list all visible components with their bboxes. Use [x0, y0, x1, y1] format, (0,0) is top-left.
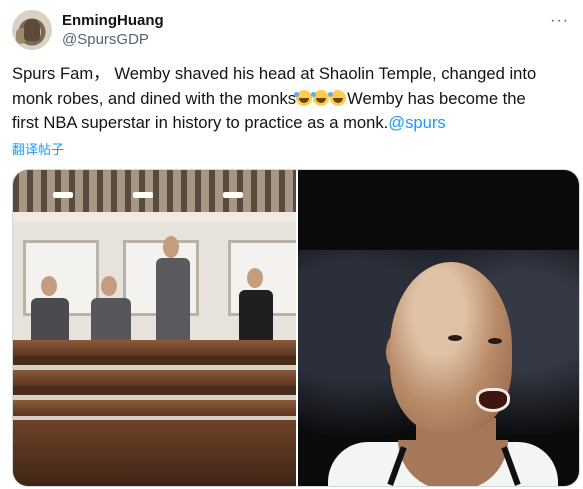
tweet-text-line-2-start: monk robes, and dined with the monks [12, 88, 297, 108]
rolling-laughing-emoji-icon [311, 89, 330, 106]
rolling-laughing-emoji-icon [294, 89, 313, 106]
tweet-text-line-3-body: first NBA superstar in history to practi… [12, 113, 389, 132]
photo-dining-hall[interactable] [13, 170, 296, 486]
user-handle[interactable]: @SpursGDP [62, 31, 149, 48]
translate-post-link[interactable]: 翻译帖子 [12, 139, 64, 158]
avatar[interactable] [12, 10, 52, 50]
tweet-text-line-3: first NBA superstar in history to practi… [12, 111, 577, 136]
tweet-text-line-2: monk robes, and dined with the monks Wemb… [12, 87, 577, 112]
tweet-text: Spurs Fam， Wemby shaved his head at Shao… [12, 62, 577, 136]
tweet-text-line-2-end: Wemby has become the [347, 88, 526, 108]
photo-bald-player[interactable] [298, 170, 579, 486]
rolling-laughing-emoji-icon [328, 89, 347, 106]
display-name[interactable]: EnmingHuang [62, 12, 164, 29]
more-icon[interactable]: ··· [550, 12, 569, 30]
media-grid [12, 169, 580, 487]
tweet-header: EnmingHuang @SpursGDP ··· [12, 8, 571, 52]
mention-link[interactable]: @spurs [388, 113, 445, 132]
tweet-text-line-1: Spurs Fam， Wemby shaved his head at Shao… [12, 64, 537, 83]
